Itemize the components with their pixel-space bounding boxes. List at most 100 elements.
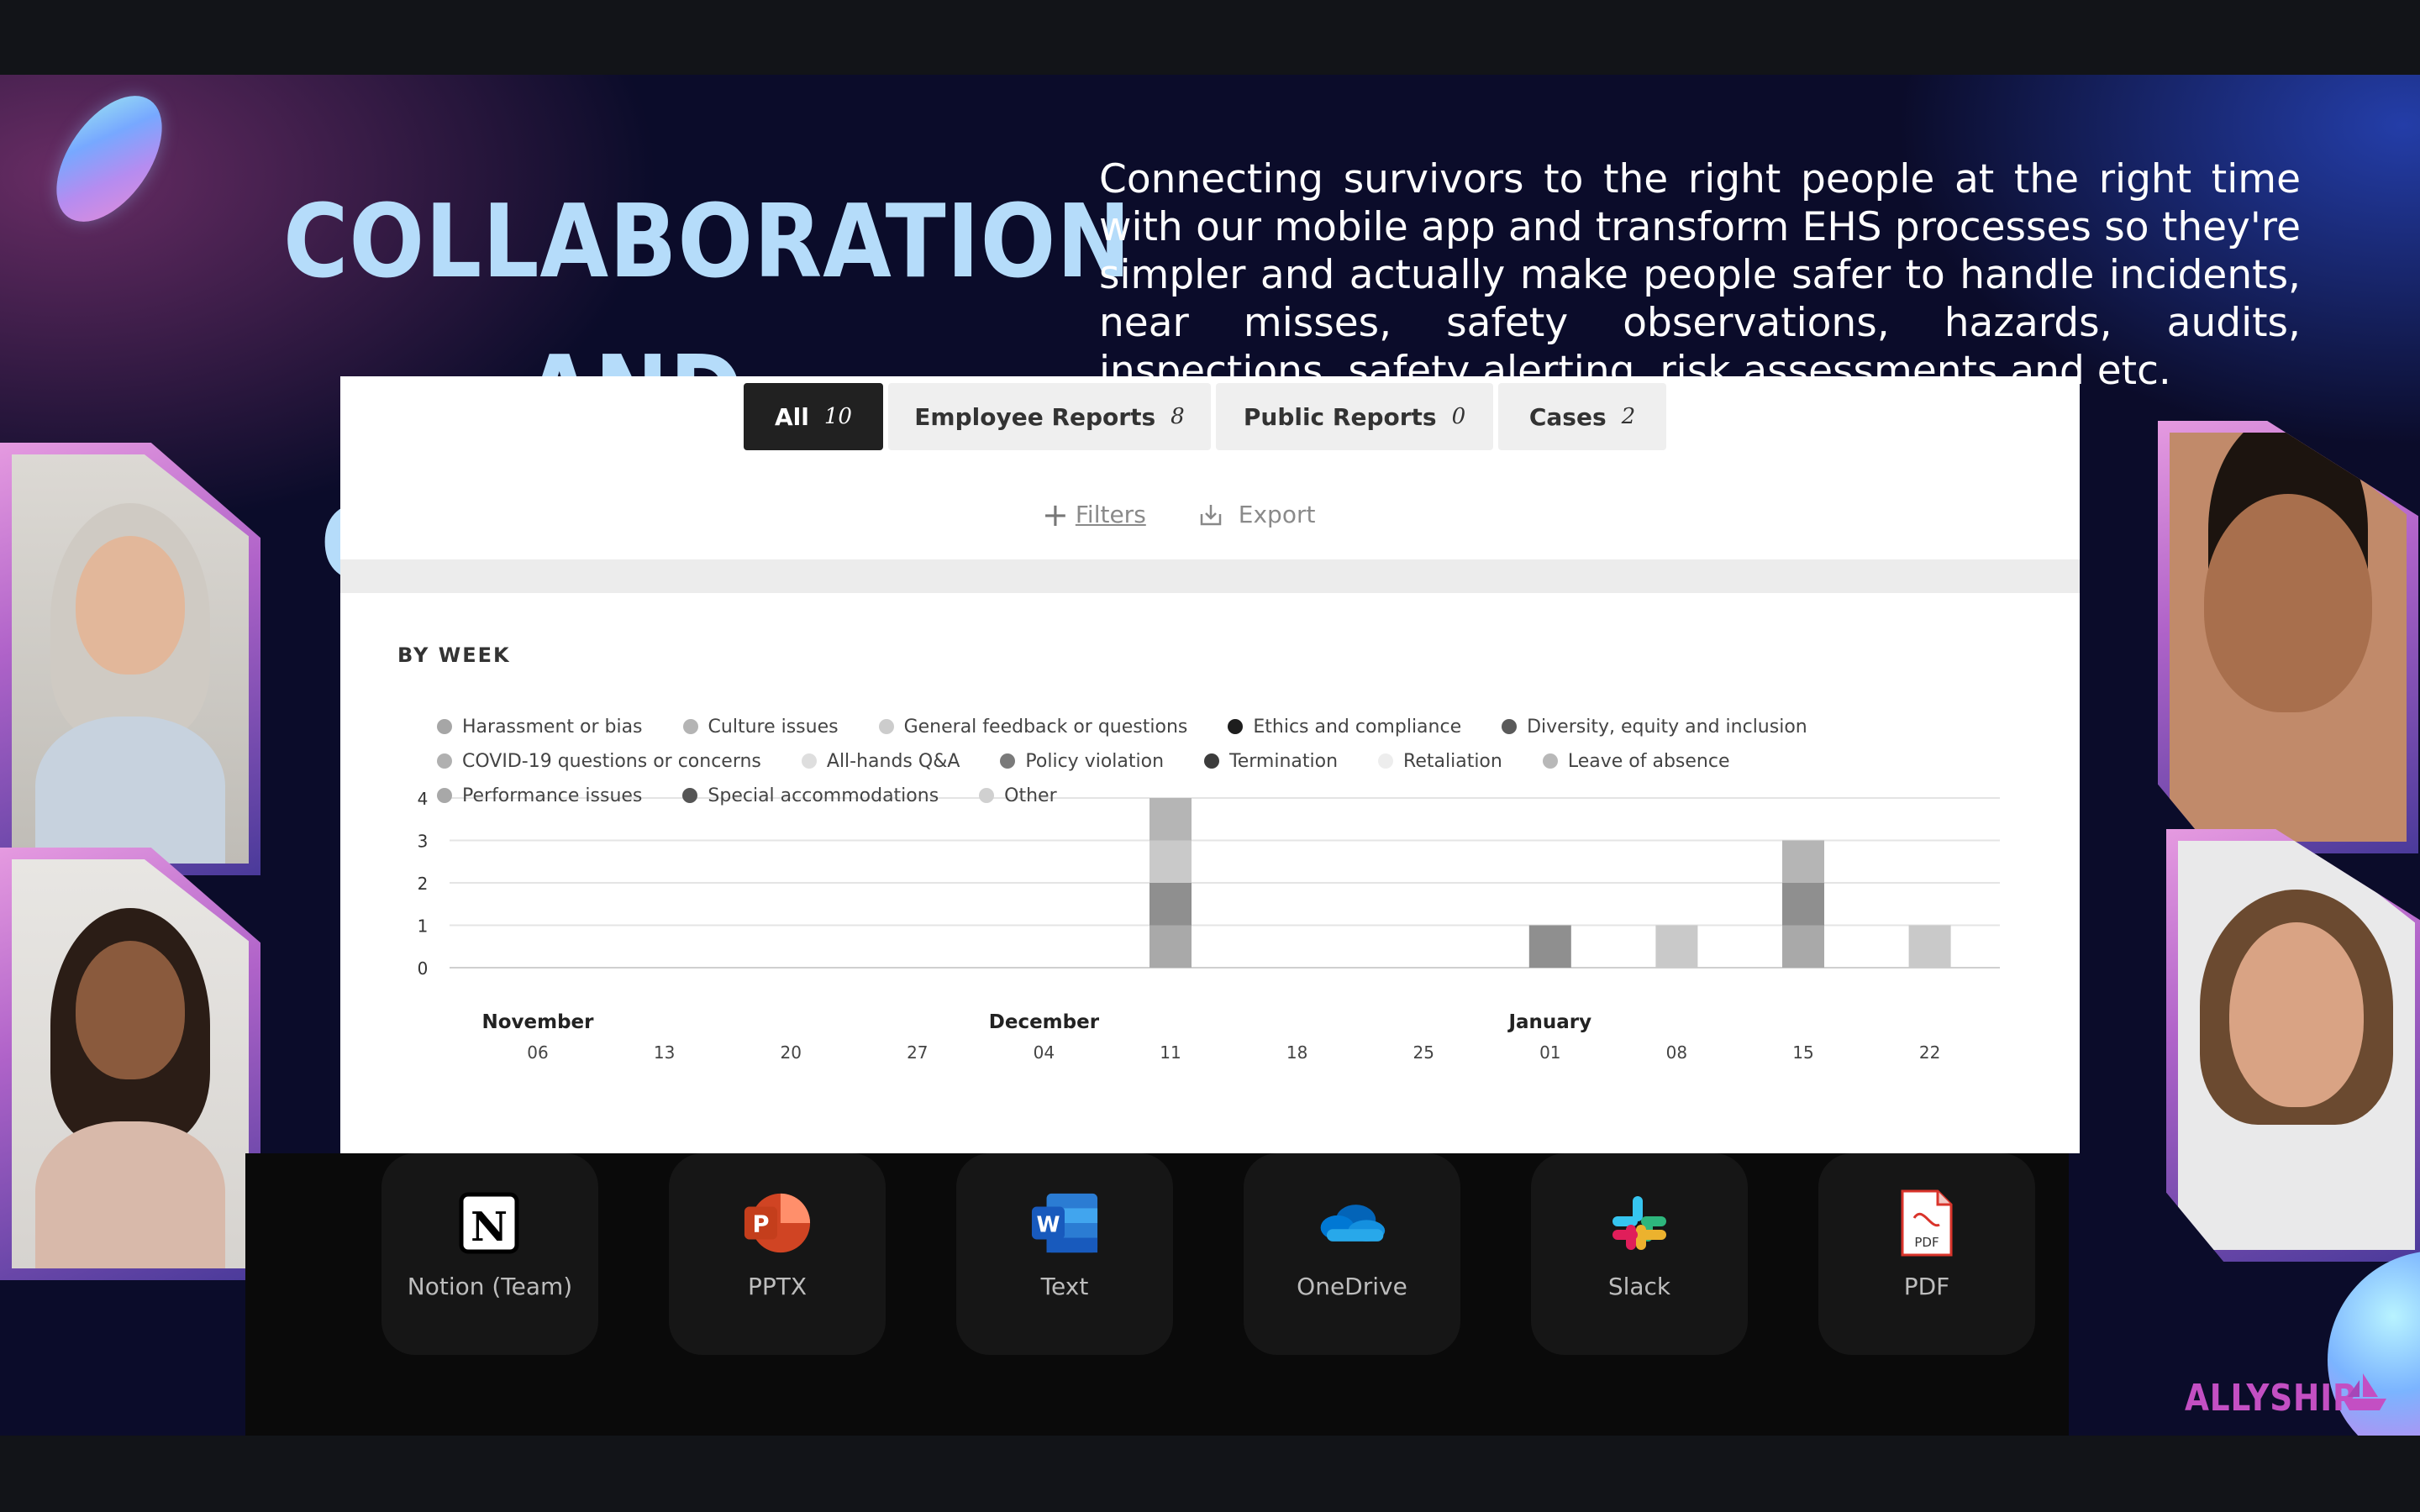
slack-icon xyxy=(1605,1189,1674,1257)
legend-item[interactable]: All-hands Q&A xyxy=(801,751,960,772)
legend-item[interactable]: Retaliation xyxy=(1378,751,1502,772)
y-tick-label: 3 xyxy=(418,832,429,852)
legend-label: COVID-19 questions or concerns xyxy=(462,750,761,772)
legend-item[interactable]: Termination xyxy=(1204,751,1338,772)
app-text[interactable]: W Text xyxy=(956,1153,1173,1355)
bar-segment xyxy=(1782,883,1824,926)
legend-dot-icon xyxy=(682,788,698,803)
portrait-frame-4 xyxy=(2166,829,2420,1262)
app-pptx[interactable]: P PPTX xyxy=(669,1153,886,1355)
month-label: January xyxy=(1507,1011,1591,1033)
legend-item[interactable]: Ethics and compliance xyxy=(1228,717,1461,738)
y-tick-label: 2 xyxy=(418,874,429,894)
powerpoint-icon: P xyxy=(743,1189,812,1257)
bar-segment xyxy=(1655,925,1698,968)
x-tick-label: 25 xyxy=(1413,1042,1434,1063)
svg-text:N: N xyxy=(471,1204,508,1251)
legend-dot-icon xyxy=(437,788,452,803)
portrait-photo-1 xyxy=(12,454,249,864)
legend-item[interactable]: Diversity, equity and inclusion xyxy=(1502,717,1807,738)
legend-dot-icon xyxy=(682,719,698,734)
legend-dot-icon xyxy=(1542,753,1558,769)
legend-label: Termination xyxy=(1229,750,1339,772)
bar-segment xyxy=(1150,840,1192,883)
legend-dot-icon xyxy=(1502,719,1518,734)
legend-label: Diversity, equity and inclusion xyxy=(1527,716,1807,738)
x-tick-label: 08 xyxy=(1666,1042,1687,1063)
title-line-1: COLLABORATION xyxy=(283,184,1132,301)
portrait-photo-4 xyxy=(2178,841,2415,1250)
legend-item[interactable]: Performance issues xyxy=(437,785,642,806)
y-tick-label: 4 xyxy=(418,789,429,809)
portrait-frame-2 xyxy=(0,848,260,1280)
x-tick-label: 15 xyxy=(1792,1042,1813,1063)
y-tick-label: 0 xyxy=(418,958,429,979)
legend-item[interactable]: Special accommodations xyxy=(682,785,939,806)
brand-logo: ALLYSHIP xyxy=(2185,1377,2357,1420)
legend-item[interactable]: Harassment or bias xyxy=(437,717,643,738)
notion-icon: N xyxy=(455,1189,524,1257)
legend-label: Retaliation xyxy=(1403,750,1502,772)
legend-dot-icon xyxy=(437,753,452,769)
legend-item[interactable]: General feedback or questions xyxy=(878,716,1188,738)
pdf-icon: PDF xyxy=(1892,1189,1961,1257)
legend-label: General feedback or questions xyxy=(903,716,1188,738)
legend-row-1: Harassment or bias Culture issues General … xyxy=(437,714,1848,739)
legend-dot-icon xyxy=(1228,719,1244,734)
legend-label: Performance issues xyxy=(462,785,643,806)
app-pdf[interactable]: PDF PDF xyxy=(1818,1153,2035,1355)
legend-row-2: COVID-19 questions or concerns All-hands … xyxy=(437,748,1770,774)
onedrive-icon xyxy=(1318,1189,1386,1257)
app-label: Text xyxy=(1040,1273,1089,1300)
app-label: PPTX xyxy=(747,1273,808,1300)
x-tick-label: 22 xyxy=(1919,1042,1940,1063)
x-tick-label: 06 xyxy=(527,1042,548,1063)
decorative-disc xyxy=(34,76,184,241)
app-label: Slack xyxy=(1607,1273,1671,1300)
month-label: December xyxy=(989,1011,1100,1033)
legend-item[interactable]: Leave of absence xyxy=(1542,751,1730,772)
legend-label: Culture issues xyxy=(708,716,839,738)
x-tick-label: 13 xyxy=(654,1042,675,1063)
legend-label: Harassment or bias xyxy=(462,716,643,738)
legend-label: Ethics and compliance xyxy=(1253,716,1462,738)
legend-item[interactable]: Policy violation xyxy=(1000,751,1164,772)
legend-item[interactable]: Other xyxy=(979,785,1057,806)
slide-description: Connecting survivors to the right people… xyxy=(1099,156,2301,394)
x-tick-label: 20 xyxy=(780,1042,801,1063)
month-label: November xyxy=(481,1011,594,1033)
legend-dot-icon xyxy=(979,788,995,803)
portrait-frame-3 xyxy=(2158,421,2418,853)
legend-label: Other xyxy=(1004,785,1057,806)
app-onedrive[interactable]: OneDrive xyxy=(1244,1153,1460,1355)
x-tick-label: 11 xyxy=(1160,1042,1181,1063)
ship-logo-icon xyxy=(2343,1373,2386,1410)
svg-text:PDF: PDF xyxy=(1914,1235,1939,1250)
legend-row-3: Performance issues Special accommodations… xyxy=(437,783,1097,808)
legend-label: Special accommodations xyxy=(708,785,939,806)
x-tick-label: 01 xyxy=(1539,1042,1560,1063)
bar-segment xyxy=(1150,798,1192,841)
app-label: PDF xyxy=(1903,1273,1950,1300)
portrait-photo-2 xyxy=(12,859,249,1268)
word-icon: W xyxy=(1030,1189,1099,1257)
x-tick-label: 04 xyxy=(1034,1042,1055,1063)
x-tick-label: 27 xyxy=(907,1042,928,1063)
bar-segment xyxy=(1150,883,1192,926)
svg-text:W: W xyxy=(1036,1212,1060,1237)
app-label: OneDrive xyxy=(1297,1273,1407,1300)
legend-dot-icon xyxy=(801,753,817,769)
app-slack[interactable]: Slack xyxy=(1531,1153,1748,1355)
legend-dot-icon xyxy=(878,719,894,734)
svg-text:P: P xyxy=(752,1212,769,1238)
app-label: Notion (Team) xyxy=(407,1273,573,1300)
bar-segment xyxy=(1150,925,1192,968)
y-tick-label: 1 xyxy=(418,916,429,937)
bar-segment xyxy=(1528,925,1571,968)
legend-item[interactable]: Culture issues xyxy=(682,716,839,738)
app-notion[interactable]: N Notion (Team) xyxy=(381,1153,598,1355)
legend-item[interactable]: COVID-19 questions or concerns xyxy=(437,751,761,772)
portrait-photo-3 xyxy=(2170,433,2407,842)
bar-segment xyxy=(1782,840,1824,883)
legend-dot-icon xyxy=(1378,753,1394,769)
